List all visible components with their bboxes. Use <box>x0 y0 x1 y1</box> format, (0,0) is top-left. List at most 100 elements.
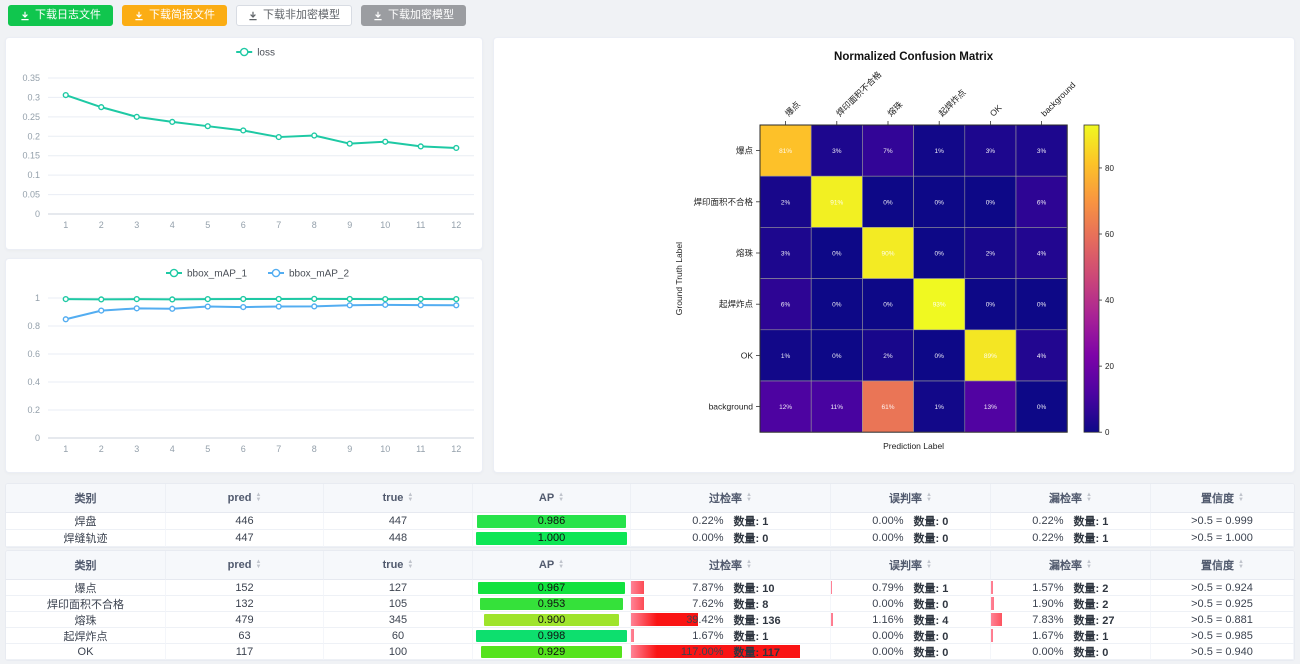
miss-count: 数量: 1 <box>1074 513 1132 529</box>
column-header-label: pred <box>228 492 252 504</box>
miss-count: 数量: 0 <box>1074 644 1132 660</box>
confidence-cell: >0.5 = 0.999 <box>1151 513 1294 530</box>
legend-item-loss[interactable]: loss <box>236 48 275 59</box>
column-header-overdetect[interactable]: 过检率▲▼ <box>631 551 831 580</box>
matrix-cell-value: 93% <box>933 302 946 309</box>
column-header-overdetect[interactable]: 过检率▲▼ <box>631 484 831 513</box>
bbox-map-chart: 00.20.40.60.81123456789101112bbox_mAP_1b… <box>6 259 484 474</box>
column-header-miss[interactable]: 漏检率 ▲▼ <box>991 484 1151 513</box>
column-header-ap[interactable]: AP ▲▼ <box>473 551 631 580</box>
y-axis-tick-label: 0.1 <box>27 170 40 180</box>
x-axis-tick-label: 2 <box>99 444 104 454</box>
miss-percent: 0.22% <box>1010 532 1064 544</box>
column-header-label: AP <box>539 559 554 571</box>
sort-caret-icon[interactable]: ▲▼ <box>255 493 261 503</box>
miss-percent: 0.00% <box>1010 646 1064 658</box>
column-header-confidence[interactable]: 置信度▲▼ <box>1151 551 1294 580</box>
overdetect-percent: 0.00% <box>670 532 724 544</box>
download-encrypted-model-button[interactable]: 下载加密模型 <box>361 5 466 26</box>
sort-caret-icon[interactable]: ▲▼ <box>1086 493 1092 503</box>
matrix-cell-value: 0% <box>832 251 842 258</box>
matrix-x-axis-title: Prediction Label <box>883 441 944 451</box>
legend-item-bbox_mAP_2[interactable]: bbox_mAP_2 <box>268 269 349 280</box>
category-cell: 爆点 <box>6 580 166 596</box>
sort-caret-icon[interactable]: ▲▼ <box>407 560 413 570</box>
x-axis-tick-label: 4 <box>170 220 175 230</box>
matrix-row-label: 熔珠 <box>736 248 754 258</box>
ap-bar: 0.967 <box>478 582 624 594</box>
sort-caret-icon[interactable]: ▲▼ <box>1238 493 1244 503</box>
column-header-miss[interactable]: 漏检率▲▼ <box>991 551 1151 580</box>
column-header-label: 漏检率 <box>1049 490 1082 506</box>
column-header-pred[interactable]: pred▲▼ <box>166 551 324 580</box>
colorbar <box>1084 125 1099 432</box>
overdetect-cell: 0.22%数量: 1 <box>631 513 831 530</box>
toolbar: 下载日志文件 下载简报文件 下载非加密模型 下载加密模型 <box>8 5 466 26</box>
y-axis-tick-label: 0.05 <box>22 190 40 200</box>
sort-caret-icon[interactable]: ▲▼ <box>926 560 932 570</box>
column-header-true[interactable]: true▲▼ <box>324 484 473 513</box>
column-header-misjudge[interactable]: 误判率 ▲▼ <box>831 484 991 513</box>
column-header-confidence[interactable]: 置信度▲▼ <box>1151 484 1294 513</box>
matrix-column-label: background <box>1039 80 1078 119</box>
matrix-cell-value: 0% <box>883 302 893 309</box>
download-brief-button[interactable]: 下载简报文件 <box>122 5 227 26</box>
column-header-label: pred <box>228 559 252 571</box>
legend-item-bbox_mAP_1[interactable]: bbox_mAP_1 <box>166 269 247 280</box>
true-value: 105 <box>389 598 407 610</box>
matrix-row-label: OK <box>741 350 754 360</box>
sort-caret-icon[interactable]: ▲▼ <box>558 560 564 570</box>
x-axis-tick-label: 5 <box>205 220 210 230</box>
defect-metrics-table: 类别pred▲▼true▲▼AP▲▼过检率▲▼误判率▲▼漏检率▲▼置信度▲▼爆点… <box>5 550 1295 661</box>
overdetect-cell: 7.62%数量: 8 <box>631 596 831 612</box>
column-header-label: 误判率 <box>889 490 922 506</box>
true-value: 345 <box>389 614 407 626</box>
misjudge-count: 数量: 0 <box>914 644 972 660</box>
pred-cell: 117 <box>166 644 324 660</box>
download-log-button[interactable]: 下载日志文件 <box>8 5 113 26</box>
sort-caret-icon[interactable]: ▲▼ <box>558 493 564 503</box>
x-axis-tick-label: 10 <box>380 220 390 230</box>
overdetect-cell: 1.67%数量: 1 <box>631 628 831 644</box>
sort-caret-icon[interactable]: ▲▼ <box>407 493 413 503</box>
column-header-pred[interactable]: pred▲▼ <box>166 484 324 513</box>
sort-caret-icon[interactable]: ▲▼ <box>926 493 932 503</box>
matrix-cell-value: 3% <box>781 251 791 258</box>
column-header-ap[interactable]: AP▲▼ <box>473 484 631 513</box>
sort-caret-icon[interactable]: ▲▼ <box>746 560 752 570</box>
pred-value: 117 <box>236 646 254 658</box>
download-plain-model-button[interactable]: 下载非加密模型 <box>236 5 352 26</box>
true-value: 100 <box>389 646 407 658</box>
matrix-cell-value: 90% <box>881 251 894 258</box>
category-value: 焊印面积不合格 <box>47 596 124 612</box>
loss-chart-card: 00.050.10.150.20.250.30.3512345678910111… <box>5 37 483 250</box>
confidence-cell: >0.5 = 0.925 <box>1151 596 1294 612</box>
matrix-column-label: 爆点 <box>783 99 802 118</box>
misjudge-cell: 1.16%数量: 4 <box>831 612 991 628</box>
overdetect-percent: 39.42% <box>670 614 724 626</box>
misjudge-percent: 1.16% <box>850 614 904 626</box>
matrix-cell-value: 2% <box>781 199 791 206</box>
category-value: OK <box>78 646 94 658</box>
matrix-cell-value: 6% <box>1037 199 1047 206</box>
sort-caret-icon[interactable]: ▲▼ <box>1238 560 1244 570</box>
x-axis-tick-label: 7 <box>276 220 281 230</box>
column-header-true[interactable]: true▲▼ <box>324 551 473 580</box>
matrix-cell-value: 0% <box>934 251 944 258</box>
matrix-row-label: 起焊炸点 <box>719 299 754 309</box>
miss-percent: 1.90% <box>1010 598 1064 610</box>
sort-caret-icon[interactable]: ▲▼ <box>1086 560 1092 570</box>
true-cell: 447 <box>324 513 473 530</box>
x-axis-tick-label: 2 <box>99 220 104 230</box>
overdetect-rate-bar <box>631 629 634 642</box>
matrix-cell-value: 91% <box>830 199 843 206</box>
overdetect-count: 数量: 117 <box>734 644 792 660</box>
button-label: 下载日志文件 <box>35 10 101 21</box>
matrix-column-label: 焊印面积不合格 <box>834 69 883 118</box>
confidence-cell: >0.5 = 0.940 <box>1151 644 1294 660</box>
sort-caret-icon[interactable]: ▲▼ <box>255 560 261 570</box>
pred-value: 479 <box>235 614 253 626</box>
sort-caret-icon[interactable]: ▲▼ <box>746 493 752 503</box>
column-header-misjudge[interactable]: 误判率▲▼ <box>831 551 991 580</box>
matrix-cell-value: 0% <box>986 302 996 309</box>
